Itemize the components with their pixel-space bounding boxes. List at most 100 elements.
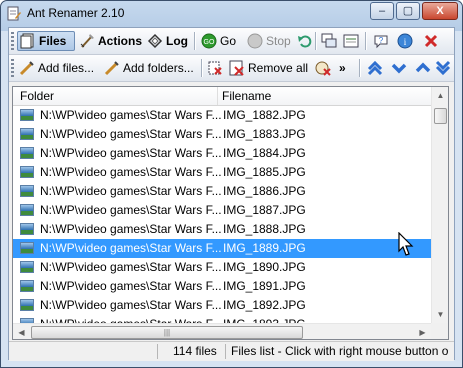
file-list-row[interactable]: N:\WP\video games\Star Wars F... IMG_1883… [13, 125, 431, 144]
files-tab-button[interactable]: Files [17, 31, 75, 51]
actions-icon [80, 34, 94, 48]
move-down-button[interactable] [389, 58, 409, 78]
help-button[interactable]: ? [371, 31, 391, 51]
file-list-row[interactable]: N:\WP\video games\Star Wars F... IMG_1882… [13, 106, 431, 125]
row-filename: IMG_1892.JPG [223, 298, 306, 312]
image-file-icon [20, 109, 34, 121]
row-folder: N:\WP\video games\Star Wars F... [40, 165, 222, 179]
row-folder: N:\WP\video games\Star Wars F... [40, 127, 222, 141]
files-tab-label: Files [39, 34, 67, 48]
move-up-button[interactable] [413, 58, 433, 78]
row-filename: IMG_1891.JPG [223, 279, 306, 293]
remove-selected-icon [208, 61, 222, 75]
file-list-row[interactable]: N:\WP\video games\Star Wars F... IMG_1888… [13, 220, 431, 239]
toolbar-grip[interactable] [11, 59, 14, 77]
file-list[interactable]: Folder Filename N:\WP\video games\Star W… [12, 86, 449, 340]
image-file-icon [20, 223, 34, 235]
title-bar[interactable]: Ant Renamer 2.10 ‒ ▢ X [1, 1, 462, 27]
about-button[interactable]: i [395, 31, 415, 51]
app-window: Ant Renamer 2.10 ‒ ▢ X Files Actions Log… [0, 0, 463, 368]
go-button[interactable]: GO Go [199, 31, 238, 51]
maximize-button[interactable]: ▢ [396, 2, 420, 20]
row-filename: IMG_1883.JPG [223, 127, 306, 141]
add-files-button[interactable]: Add files... [17, 58, 96, 78]
row-folder: N:\WP\video games\Star Wars F... [40, 184, 222, 198]
help-icon: ? [374, 35, 388, 49]
minimize-button[interactable]: ‒ [370, 2, 394, 20]
folder-column-header[interactable]: Folder [20, 89, 54, 103]
add-files-icon [19, 61, 34, 76]
file-list-row[interactable]: N:\WP\video games\Star Wars F... IMG_1884… [13, 144, 431, 163]
double-up-arrow-icon [367, 60, 383, 76]
scrollbar-corner [431, 323, 448, 339]
vertical-scroll-thumb[interactable] [434, 108, 447, 124]
image-file-icon [20, 261, 34, 273]
file-list-row[interactable]: N:\WP\video games\Star Wars F... IMG_1890… [13, 258, 431, 277]
row-filename: IMG_1890.JPG [223, 260, 306, 274]
file-list-row[interactable]: N:\WP\video games\Star Wars F... IMG_1887… [13, 201, 431, 220]
file-list-row[interactable]: N:\WP\video games\Star Wars F... IMG_1892… [13, 296, 431, 315]
row-folder: N:\WP\video games\Star Wars F... [40, 203, 222, 217]
file-list-row[interactable]: N:\WP\video games\Star Wars F... IMG_1886… [13, 182, 431, 201]
up-arrow-icon [415, 62, 431, 73]
stop-icon [247, 33, 263, 49]
undo-icon [298, 35, 312, 48]
options-button[interactable] [341, 31, 361, 51]
image-file-icon [20, 128, 34, 140]
stop-label: Stop [266, 34, 291, 48]
add-folders-label: Add folders... [123, 61, 194, 75]
image-file-icon [20, 166, 34, 178]
close-button[interactable]: X [422, 2, 458, 20]
toolbar-separator [365, 32, 367, 50]
log-icon [147, 33, 163, 49]
image-file-icon [20, 280, 34, 292]
filename-column-header[interactable]: Filename [222, 89, 271, 103]
actions-tab-button[interactable]: Actions [77, 31, 144, 51]
file-list-row[interactable]: N:\WP\video games\Star Wars F... IMG_1891… [13, 277, 431, 296]
toolbar-separator [315, 32, 317, 50]
row-filename: IMG_1882.JPG [223, 108, 306, 122]
vertical-scrollbar[interactable]: ▲ ▼ [431, 87, 448, 323]
window-title: Ant Renamer 2.10 [27, 6, 125, 20]
row-folder: N:\WP\video games\Star Wars F... [40, 241, 222, 255]
scroll-left-arrow[interactable]: ◀ [13, 324, 30, 339]
move-top-button[interactable] [365, 58, 385, 78]
scroll-up-arrow[interactable]: ▲ [432, 87, 448, 104]
file-list-row[interactable]: N:\WP\video games\Star Wars F... IMG_1889… [13, 239, 431, 258]
row-filename: IMG_1888.JPG [223, 222, 306, 236]
log-tab-button[interactable]: Log [145, 31, 190, 51]
column-divider[interactable] [217, 87, 218, 105]
exit-button[interactable] [421, 31, 441, 51]
file-list-row[interactable]: N:\WP\video games\Star Wars F... IMG_1885… [13, 163, 431, 182]
image-file-icon [20, 147, 34, 159]
image-file-icon [20, 204, 34, 216]
row-folder: N:\WP\video games\Star Wars F... [40, 108, 222, 122]
row-filename: IMG_1885.JPG [223, 165, 306, 179]
toolbar-grip[interactable] [11, 32, 14, 50]
horizontal-scrollbar[interactable]: ◀ ||| ▶ [13, 323, 431, 339]
windows-button[interactable] [319, 31, 339, 51]
go-icon: GO [201, 33, 217, 49]
scroll-right-arrow[interactable]: ▶ [414, 324, 431, 339]
move-bottom-button[interactable] [433, 58, 453, 78]
remove-selected-button[interactable] [205, 58, 225, 78]
clean-button[interactable] [313, 58, 333, 78]
add-folders-button[interactable]: Add folders... [102, 58, 196, 78]
client-area: Files Actions Log GO Go Stop ? i Add fil… [8, 27, 455, 361]
remove-all-button[interactable]: Remove all [227, 58, 310, 78]
remove-all-label: Remove all [248, 61, 309, 75]
remove-all-icon [229, 60, 244, 76]
image-file-icon [20, 185, 34, 197]
stop-button[interactable]: Stop [245, 31, 293, 51]
status-bar: 114 files Files list - Click with right … [9, 341, 454, 361]
row-folder: N:\WP\video games\Star Wars F... [40, 298, 222, 312]
undo-button[interactable] [295, 31, 315, 51]
actions-tab-label: Actions [98, 34, 143, 48]
file-count-status: 114 files [173, 344, 217, 358]
log-tab-label: Log [166, 34, 188, 48]
scroll-down-arrow[interactable]: ▼ [432, 306, 448, 323]
down-arrow-icon [391, 63, 407, 74]
toolbar-overflow-button[interactable]: » [337, 58, 348, 78]
add-folders-icon [104, 61, 119, 76]
horizontal-scroll-thumb[interactable]: ||| [31, 326, 303, 339]
